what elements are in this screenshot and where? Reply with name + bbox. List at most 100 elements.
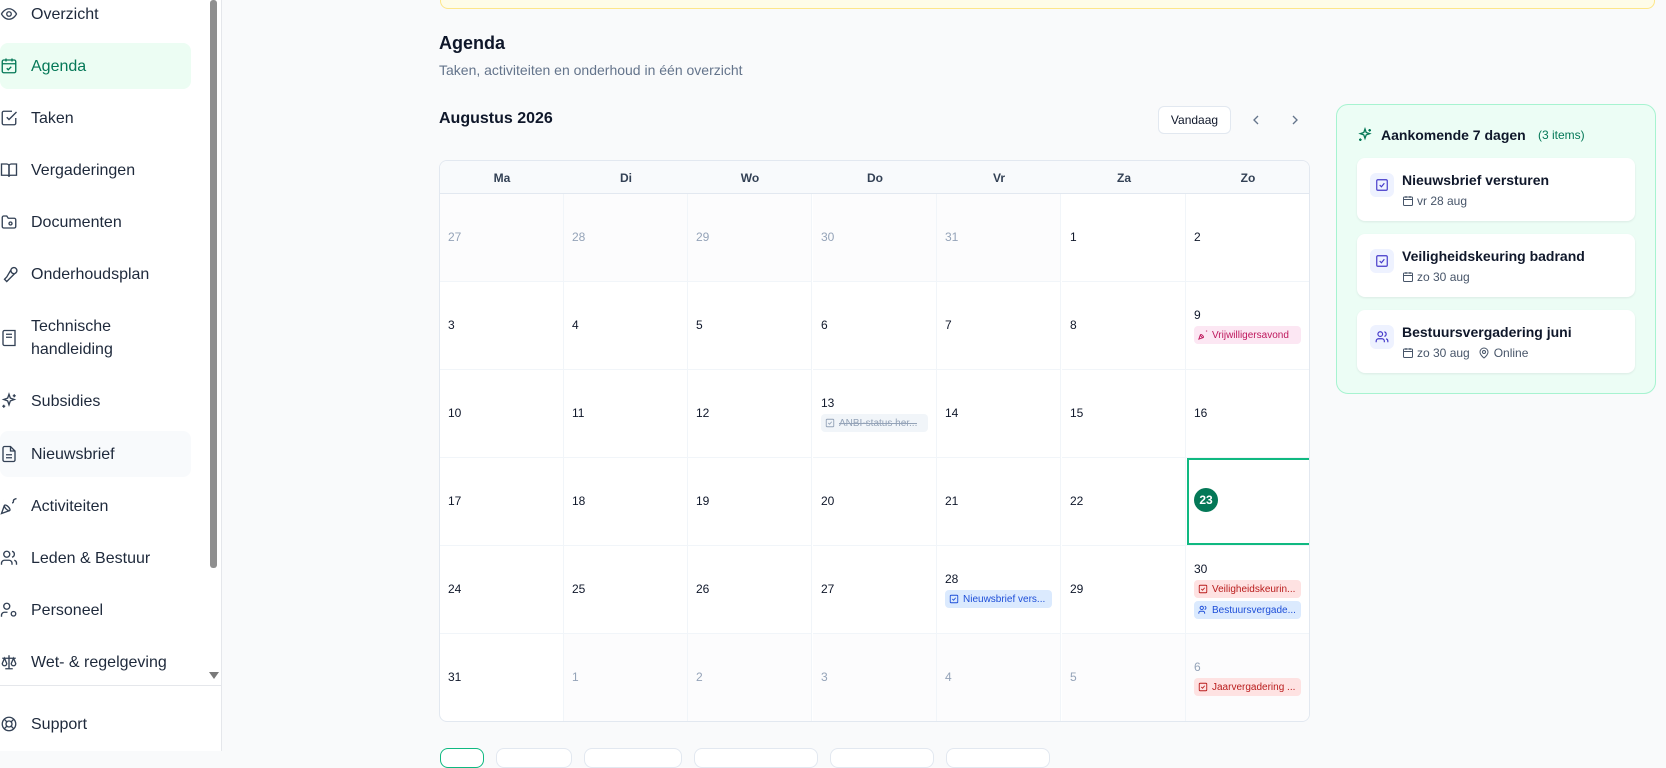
day-cell[interactable]: 5	[1062, 634, 1186, 721]
sidebar-item-subsidies[interactable]: Subsidies	[0, 378, 191, 424]
day-number: 21	[945, 494, 959, 508]
filter-tab[interactable]	[830, 748, 934, 768]
day-cell[interactable]: 14	[937, 370, 1061, 458]
sidebar-item-vergaderingen[interactable]: Vergaderingen	[0, 147, 191, 193]
day-cell[interactable]: 30 Veiligheidskeurin... Bestuursvergade.…	[1186, 546, 1309, 634]
book-open-icon	[0, 160, 19, 180]
today-button[interactable]: Vandaag	[1158, 106, 1231, 134]
sidebar-item-activiteiten[interactable]: Activiteiten	[0, 483, 191, 529]
prev-month-button[interactable]	[1244, 108, 1268, 132]
upcoming-item[interactable]: Veiligheidskeuring badrand zo 30 aug	[1357, 234, 1635, 297]
sidebar: Overzicht Agenda Taken Vergaderingen Doc…	[0, 0, 222, 751]
filter-tab[interactable]	[440, 748, 484, 768]
day-cell[interactable]: 10	[440, 370, 564, 458]
day-cell[interactable]: 4	[564, 282, 688, 370]
filter-tab[interactable]	[694, 748, 818, 768]
day-cell[interactable]: 11	[564, 370, 688, 458]
calendar-event[interactable]: Jaarvergadering ...	[1194, 678, 1301, 696]
filter-tab[interactable]	[496, 748, 572, 768]
day-cell[interactable]: 12	[688, 370, 812, 458]
day-cell[interactable]: 27	[440, 194, 564, 282]
day-cell[interactable]: 7	[937, 282, 1061, 370]
day-cell[interactable]: 8	[1062, 282, 1186, 370]
folder-icon	[0, 212, 19, 232]
event-label: Veiligheidskeurin...	[1212, 583, 1296, 595]
day-cell[interactable]: 15	[1062, 370, 1186, 458]
calendar-event[interactable]: Bestuursvergade...	[1194, 601, 1301, 619]
event-label: ANBI-status her...	[839, 417, 918, 429]
sidebar-item-nieuwsbrief[interactable]: Nieuwsbrief	[0, 431, 191, 477]
page-title: Agenda	[439, 33, 506, 53]
user-cog-icon	[0, 600, 19, 620]
day-cell[interactable]: 21	[937, 458, 1061, 546]
weekday-header: Ma Di Wo Do Vr Za Zo	[440, 161, 1309, 194]
calendar-event[interactable]: Veiligheidskeurin...	[1194, 580, 1301, 598]
sidebar-item-overzicht[interactable]: Overzicht	[0, 0, 191, 37]
sidebar-item-onderhoudsplan[interactable]: Onderhoudsplan	[0, 251, 191, 297]
chevron-right-icon	[1292, 115, 1298, 125]
day-cell[interactable]: 27	[813, 546, 937, 634]
day-cell[interactable]: 1	[564, 634, 688, 721]
day-cell[interactable]: 28	[564, 194, 688, 282]
sidebar-item-taken[interactable]: Taken	[0, 95, 191, 141]
day-cell[interactable]: 6 Jaarvergadering ...	[1186, 634, 1309, 721]
weekday-label: Zo	[1240, 170, 1256, 185]
sidebar-item-support[interactable]: Support	[0, 701, 191, 747]
sidebar-item-leden-bestuur[interactable]: Leden & Bestuur	[0, 535, 191, 581]
day-cell[interactable]: 4	[937, 634, 1061, 721]
calendar-event[interactable]: Nieuwsbrief vers...	[945, 590, 1052, 608]
day-number: 20	[821, 494, 835, 508]
day-cell[interactable]: 19	[688, 458, 812, 546]
scroll-down-arrow[interactable]	[209, 672, 219, 679]
filter-tab[interactable]	[584, 748, 682, 768]
day-cell[interactable]: 30	[813, 194, 937, 282]
calendar-event[interactable]: ANBI-status her...	[821, 414, 928, 432]
day-cell[interactable]: 3	[813, 634, 937, 721]
day-number: 15	[1070, 406, 1084, 420]
upcoming-item[interactable]: Bestuursvergadering juni zo 30 aug Onlin…	[1357, 310, 1635, 373]
day-cell[interactable]: 26	[688, 546, 812, 634]
location-text: Online	[1493, 346, 1529, 360]
sidebar-item-agenda[interactable]: Agenda	[0, 43, 191, 89]
day-cell[interactable]: 29	[688, 194, 812, 282]
check-square-icon	[949, 594, 959, 604]
day-cell[interactable]: 31	[440, 634, 564, 721]
day-cell[interactable]: 13 ANBI-status her...	[813, 370, 937, 458]
day-cell[interactable]: 9 Vrijwilligersavond	[1186, 282, 1309, 370]
day-cell[interactable]: 3	[440, 282, 564, 370]
day-cell[interactable]: 25	[564, 546, 688, 634]
day-cell[interactable]: 31	[937, 194, 1061, 282]
day-cell[interactable]: 16	[1186, 370, 1309, 458]
day-cell[interactable]: 6	[813, 282, 937, 370]
sidebar-item-personeel[interactable]: Personeel	[0, 587, 191, 633]
day-cell[interactable]: 20	[813, 458, 937, 546]
next-month-button[interactable]	[1283, 108, 1307, 132]
day-cell[interactable]: 2	[688, 634, 812, 721]
upcoming-item[interactable]: Nieuwsbrief versturen vr 28 aug	[1357, 158, 1635, 221]
check-square-icon	[0, 108, 19, 128]
calendar-event[interactable]: Vrijwilligersavond	[1194, 326, 1301, 344]
day-cell[interactable]: 1	[1062, 194, 1186, 282]
sidebar-scrollbar[interactable]	[210, 0, 217, 568]
day-number: 1	[1070, 230, 1077, 244]
day-cell[interactable]: 18	[564, 458, 688, 546]
sidebar-item-wet-regelgeving[interactable]: Wet- & regelgeving	[0, 639, 191, 685]
day-cell[interactable]: 17	[440, 458, 564, 546]
day-number: 5	[696, 318, 703, 332]
sidebar-item-technische-handleiding[interactable]: Technische handleiding	[0, 312, 191, 364]
day-number: 14	[945, 406, 959, 420]
filter-tab[interactable]	[946, 748, 1050, 768]
upcoming-item-title: Veiligheidskeuring badrand	[1402, 248, 1585, 264]
day-cell[interactable]: 2	[1186, 194, 1309, 282]
day-cell[interactable]: 29	[1062, 546, 1186, 634]
day-cell[interactable]: 24	[440, 546, 564, 634]
page-subtitle: Taken, activiteiten en onderhoud in één …	[439, 62, 743, 78]
sidebar-item-documenten[interactable]: Documenten	[0, 199, 191, 245]
calendar-icon	[1403, 348, 1413, 358]
day-cell[interactable]: 28 Nieuwsbrief vers...	[937, 546, 1061, 634]
day-cell[interactable]: 5	[688, 282, 812, 370]
day-number: 7	[945, 318, 952, 332]
notice-banner	[440, 0, 1655, 9]
day-cell[interactable]: 22	[1062, 458, 1186, 546]
life-buoy-icon	[0, 714, 19, 734]
